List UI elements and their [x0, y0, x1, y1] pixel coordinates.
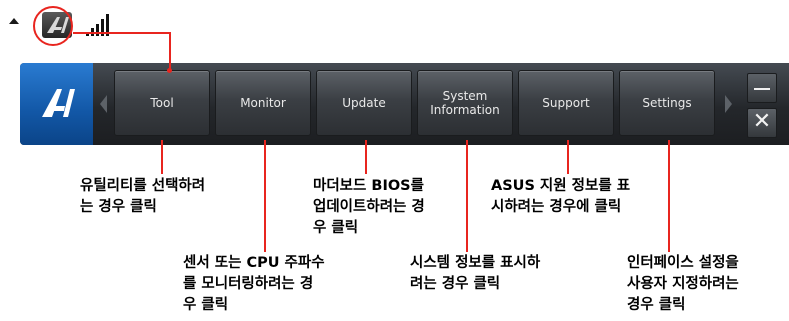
caret-up-icon[interactable]	[9, 18, 19, 24]
callout-line-update	[365, 140, 367, 174]
ai-suite-toolbar: Tool Monitor Update System Information S…	[20, 63, 789, 145]
highlight-circle	[33, 6, 73, 46]
tool-button[interactable]: Tool	[114, 70, 210, 136]
system-information-label-line1: System	[442, 89, 488, 103]
callout-line-monitor	[264, 140, 266, 252]
support-button[interactable]: Support	[518, 70, 614, 136]
monitor-annotation: 센서 또는 CPU 주파수 를 모니터링하려는 경 우 클릭	[183, 255, 325, 313]
update-annotation: 마더보드 BIOS를 업데이트하려는 경 우 클릭	[313, 178, 425, 236]
settings-button-label: Settings	[642, 96, 692, 110]
sysinfo-annotation: 시스템 정보를 표시하 려는 경우 클릭	[410, 255, 541, 292]
support-annotation: ASUS 지원 정보를 표 시하려는 경우에 클릭	[491, 178, 631, 215]
callout-line-sysinfo	[466, 140, 468, 252]
settings-annotation: 인터페이스 설정을 사용자 지정하려는 경우 클릭	[627, 255, 739, 313]
system-information-button[interactable]: System Information	[417, 70, 513, 136]
callout-line-tray	[73, 32, 170, 34]
system-information-label-line2: Information	[430, 103, 500, 117]
update-button-label: Update	[342, 96, 386, 110]
monitor-button-label: Monitor	[240, 96, 286, 110]
monitor-button[interactable]: Monitor	[215, 70, 311, 136]
tool-annotation: 유틸리티를 선택하려 는 경우 클릭	[80, 178, 206, 215]
update-button[interactable]: Update	[316, 70, 412, 136]
support-button-label: Support	[542, 96, 590, 110]
callout-dot-tray	[167, 68, 172, 73]
callout-line-tray-down	[169, 32, 171, 70]
minimize-icon[interactable]	[747, 73, 777, 103]
callout-line-support	[567, 140, 569, 174]
scroll-right-icon[interactable]	[725, 95, 732, 113]
settings-button[interactable]: Settings	[619, 70, 715, 136]
scroll-left-icon[interactable]	[100, 95, 107, 113]
callout-line-settings	[668, 140, 670, 252]
callout-line-tool	[161, 140, 163, 174]
close-icon[interactable]: ✕	[747, 108, 777, 138]
tool-button-label: Tool	[150, 96, 174, 110]
ai-suite-logo-icon[interactable]	[20, 63, 93, 145]
